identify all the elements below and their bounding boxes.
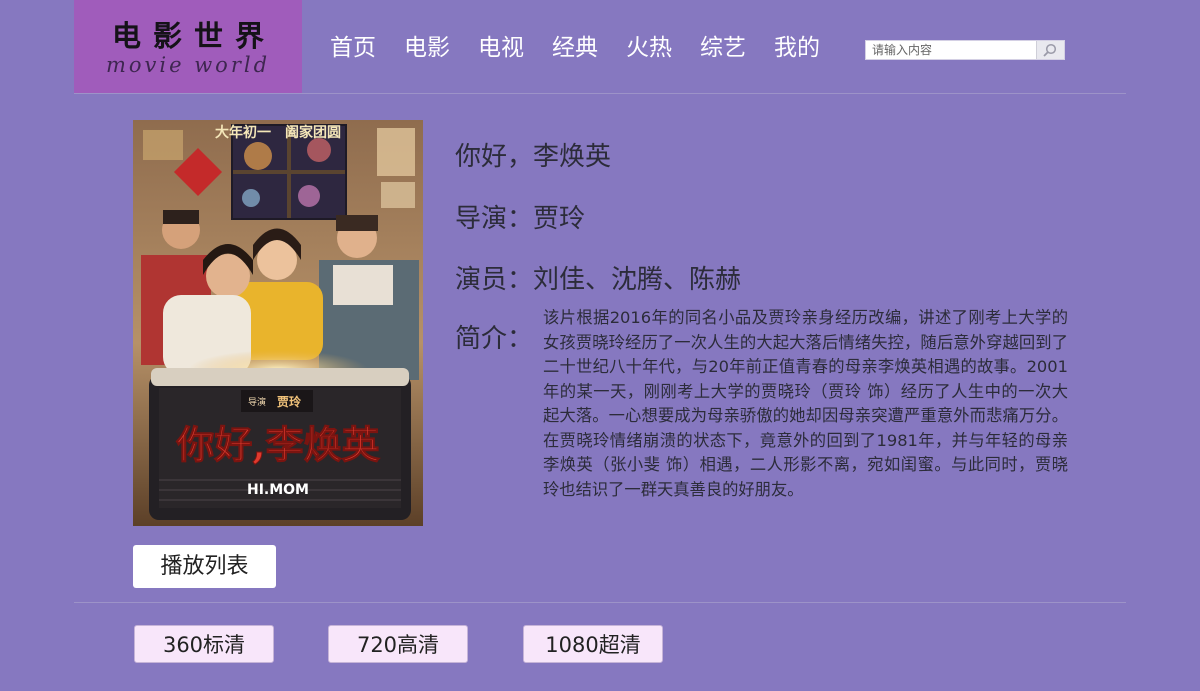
director-row: 导演：贾玲 [455,198,585,235]
search-box [865,40,1065,60]
intro-label: 简介： [455,324,534,354]
quality-360-button[interactable]: 360标清 [134,625,274,663]
search-button[interactable] [1036,41,1064,59]
director-value: 贾玲 [533,204,586,234]
nav-item-movies[interactable]: 电影 [404,32,450,64]
poster-director-name: 贾玲 [277,394,302,409]
nav-item-tv[interactable]: 电视 [478,32,524,64]
main-nav: 首页 电影 电视 经典 火热 综艺 我的 [330,32,848,64]
director-label: 导演： [455,204,534,234]
actors-label: 演员： [455,265,534,295]
actors-row: 演员：刘佳、沈腾、陈赫 [455,259,741,296]
logo-title: 电影世界 [111,19,276,53]
poster-banner: 大年初一 阖家团圆 [215,124,341,141]
search-input[interactable] [866,41,1038,59]
poster-image: 大年初一 阖家团圆 导演 贾玲 你好,李焕英 HI.MOM [133,120,423,526]
movie-title: 你好，李焕英 [455,142,612,172]
nav-item-mine[interactable]: 我的 [774,32,820,64]
logo-subtitle: movie world [105,53,271,77]
poster-director-tag: 导演 [248,396,266,408]
movie-poster[interactable]: 大年初一 阖家团圆 导演 贾玲 你好,李焕英 HI.MOM [133,120,423,526]
search-icon [1043,43,1057,57]
nav-item-classic[interactable]: 经典 [552,32,598,64]
header-divider [74,93,1126,94]
nav-item-variety[interactable]: 综艺 [700,32,746,64]
playlist-button[interactable]: 播放列表 [133,545,276,588]
actors-value: 刘佳、沈腾、陈赫 [533,265,742,295]
poster-subtitle: HI.MOM [247,482,309,498]
logo[interactable]: 电影世界 movie world [74,0,302,93]
intro-text: 该片根据2016年的同名小品及贾玲亲身经历改编，讲述了刚考上大学的女孩贾晓玲经历… [543,308,1068,499]
poster-title: 你好,李焕英 [175,422,380,467]
quality-1080-button[interactable]: 1080超清 [523,625,663,663]
content-divider [74,602,1126,603]
nav-item-home[interactable]: 首页 [330,32,376,64]
quality-720-button[interactable]: 720高清 [328,625,468,663]
nav-item-hot[interactable]: 火热 [626,32,672,64]
